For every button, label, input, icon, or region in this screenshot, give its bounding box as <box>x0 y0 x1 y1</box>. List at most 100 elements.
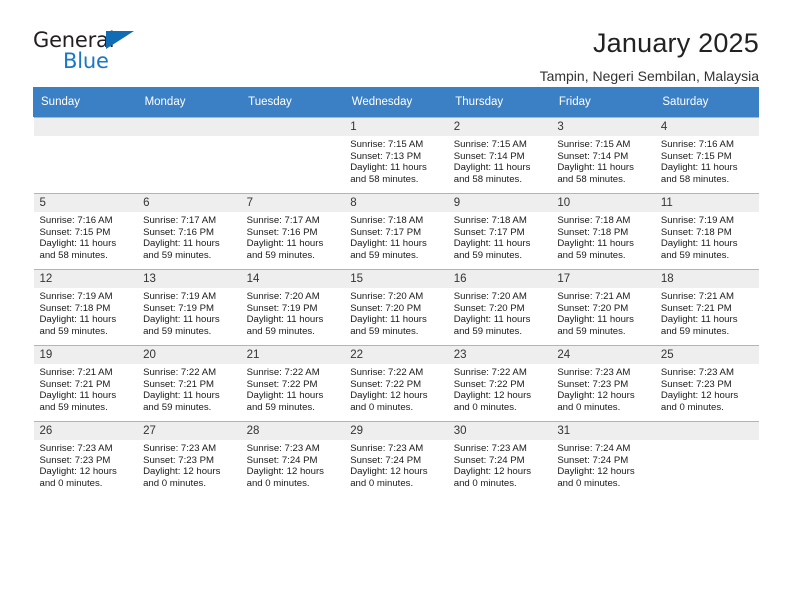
calendar-day-cell-empty <box>33 117 138 193</box>
calendar-cell: 24 Sunrise: 7:23 AM Sunset: 7:23 PM Dayligh… <box>551 345 655 421</box>
day-number: 30 <box>447 422 552 440</box>
day-number: 13 <box>137 270 241 288</box>
calendar-day-cell[interactable]: 8 Sunrise: 7:18 AM Sunset: 7:17 PM Daylight… <box>344 193 448 269</box>
day-number: 4 <box>654 118 759 136</box>
calendar-day-cell[interactable]: 7 Sunrise: 7:17 AM Sunset: 7:16 PM Daylight… <box>240 193 345 269</box>
calendar-day-cell[interactable]: 27 Sunrise: 7:23 AM Sunset: 7:23 PM Dayligh… <box>137 421 241 497</box>
calendar-day-cell[interactable]: 31 Sunrise: 7:24 AM Sunset: 7:24 PM Dayligh… <box>551 421 655 497</box>
day-detail-daylight2: and 59 minutes. <box>453 249 523 261</box>
day-detail-sunrise: Sunrise: 7:20 AM <box>350 291 424 302</box>
calendar-day-cell[interactable]: 26 Sunrise: 7:23 AM Sunset: 7:23 PM Dayligh… <box>33 421 138 497</box>
calendar-day-cell[interactable]: 4 Sunrise: 7:16 AM Sunset: 7:15 PM Daylight… <box>654 117 759 193</box>
calendar-week-row: 1 Sunrise: 7:15 AM Sunset: 7:13 PM Daylight… <box>33 117 759 194</box>
calendar-day-cell[interactable]: 24 Sunrise: 7:23 AM Sunset: 7:23 PM Dayligh… <box>551 345 655 421</box>
calendar-day-cell[interactable]: 23 Sunrise: 7:22 AM Sunset: 7:22 PM Dayligh… <box>447 345 552 421</box>
day-number: 28 <box>240 422 345 440</box>
calendar-day-cell[interactable]: 2 Sunrise: 7:15 AM Sunset: 7:14 PM Daylight… <box>447 117 552 193</box>
calendar-day-cell[interactable]: 1 Sunrise: 7:15 AM Sunset: 7:13 PM Daylight… <box>344 117 448 193</box>
day-detail-daylight2: and 0 minutes. <box>350 401 414 413</box>
day-details: Sunrise: 7:23 AM Sunset: 7:23 PM Daylight:… <box>551 364 655 413</box>
calendar-day-cell[interactable]: 11 Sunrise: 7:19 AM Sunset: 7:18 PM Dayligh… <box>654 193 759 269</box>
calendar-day-cell[interactable]: 6 Sunrise: 7:17 AM Sunset: 7:16 PM Daylight… <box>137 193 241 269</box>
day-detail-daylight2: and 59 minutes. <box>350 249 419 261</box>
calendar-day-cell[interactable]: 14 Sunrise: 7:20 AM Sunset: 7:19 PM Dayligh… <box>240 269 345 345</box>
calendar-day-cell[interactable]: 18 Sunrise: 7:21 AM Sunset: 7:21 PM Dayligh… <box>654 269 759 345</box>
logo-triangle-icon <box>106 31 134 49</box>
day-detail-sunrise: Sunrise: 7:23 AM <box>143 443 217 454</box>
calendar-day-cell[interactable]: 17 Sunrise: 7:21 AM Sunset: 7:20 PM Dayligh… <box>551 269 655 345</box>
calendar-day-cell[interactable]: 12 Sunrise: 7:19 AM Sunset: 7:18 PM Dayligh… <box>33 269 138 345</box>
calendar-day-cell[interactable]: 3 Sunrise: 7:15 AM Sunset: 7:14 PM Daylight… <box>551 117 655 193</box>
calendar-day-cell[interactable]: 10 Sunrise: 7:18 AM Sunset: 7:18 PM Dayligh… <box>551 193 655 269</box>
calendar-day-cell[interactable]: 21 Sunrise: 7:22 AM Sunset: 7:22 PM Dayligh… <box>240 345 345 421</box>
calendar-day-cell[interactable]: 16 Sunrise: 7:20 AM Sunset: 7:20 PM Dayligh… <box>447 269 552 345</box>
day-number: 3 <box>551 118 655 136</box>
day-detail-sunrise: Sunrise: 7:23 AM <box>557 367 631 378</box>
day-detail-daylight2: and 0 minutes. <box>246 477 310 489</box>
calendar-cell: 15 Sunrise: 7:20 AM Sunset: 7:20 PM Dayligh… <box>344 269 448 345</box>
calendar-cell: 14 Sunrise: 7:20 AM Sunset: 7:19 PM Dayligh… <box>240 269 345 345</box>
calendar-day-cell[interactable]: 22 Sunrise: 7:22 AM Sunset: 7:22 PM Dayligh… <box>344 345 448 421</box>
calendar-day-cell[interactable]: 13 Sunrise: 7:19 AM Sunset: 7:19 PM Dayligh… <box>137 269 241 345</box>
day-number: 14 <box>240 270 345 288</box>
day-detail-daylight1: Daylight: 11 hours <box>246 238 324 250</box>
day-details: Sunrise: 7:18 AM Sunset: 7:17 PM Daylight:… <box>344 212 448 261</box>
day-details: Sunrise: 7:22 AM Sunset: 7:22 PM Daylight:… <box>448 364 552 413</box>
day-detail-sunrise: Sunrise: 7:22 AM <box>246 367 320 378</box>
calendar-day-cell[interactable]: 28 Sunrise: 7:23 AM Sunset: 7:24 PM Dayligh… <box>240 421 345 497</box>
day-number: 20 <box>137 346 241 364</box>
day-number: 12 <box>33 270 138 288</box>
day-detail-daylight1: Daylight: 11 hours <box>350 238 427 250</box>
day-detail-daylight1: Daylight: 11 hours <box>39 390 117 402</box>
day-detail-daylight2: and 0 minutes. <box>453 401 517 413</box>
day-detail-daylight1: Daylight: 12 hours <box>246 466 324 478</box>
day-detail-daylight1: Daylight: 12 hours <box>660 390 739 402</box>
calendar-cell <box>33 117 138 194</box>
day-detail-daylight1: Daylight: 11 hours <box>143 314 220 326</box>
day-number: 1 <box>344 118 448 136</box>
calendar-day-cell[interactable]: 30 Sunrise: 7:23 AM Sunset: 7:24 PM Dayligh… <box>447 421 552 497</box>
day-detail-sunset: Sunset: 7:17 PM <box>350 226 422 238</box>
day-details: Sunrise: 7:22 AM Sunset: 7:21 PM Daylight:… <box>137 364 241 413</box>
calendar-cell: 28 Sunrise: 7:23 AM Sunset: 7:24 PM Dayligh… <box>240 421 345 497</box>
day-detail-sunrise: Sunrise: 7:20 AM <box>453 291 527 302</box>
day-detail-sunrise: Sunrise: 7:23 AM <box>453 443 527 454</box>
day-detail-daylight1: Daylight: 12 hours <box>350 466 428 478</box>
day-detail-sunset: Sunset: 7:24 PM <box>350 454 422 466</box>
day-details: Sunrise: 7:20 AM Sunset: 7:19 PM Daylight:… <box>241 288 345 337</box>
day-details: Sunrise: 7:15 AM Sunset: 7:13 PM Daylight:… <box>344 136 448 185</box>
calendar-day-cell[interactable]: 9 Sunrise: 7:18 AM Sunset: 7:17 PM Daylight… <box>447 193 552 269</box>
day-number: 6 <box>137 194 241 212</box>
calendar-cell: 17 Sunrise: 7:21 AM Sunset: 7:20 PM Dayligh… <box>551 269 655 345</box>
calendar-day-cell[interactable]: 15 Sunrise: 7:20 AM Sunset: 7:20 PM Dayligh… <box>344 269 448 345</box>
generalblue-logo[interactable]: General Blue <box>33 28 153 76</box>
calendar-cell: 16 Sunrise: 7:20 AM Sunset: 7:20 PM Dayligh… <box>447 269 552 345</box>
day-detail-sunset: Sunset: 7:22 PM <box>246 378 318 390</box>
calendar-cell: 3 Sunrise: 7:15 AM Sunset: 7:14 PM Daylight… <box>551 117 655 194</box>
calendar-day-cell[interactable]: 20 Sunrise: 7:22 AM Sunset: 7:21 PM Dayligh… <box>137 345 241 421</box>
day-number: 19 <box>33 346 138 364</box>
day-number <box>240 118 345 136</box>
day-detail-daylight1: Daylight: 11 hours <box>660 238 738 250</box>
page-header: General Blue January 2025 Tampin, Negeri… <box>33 0 759 84</box>
calendar-cell: 6 Sunrise: 7:17 AM Sunset: 7:16 PM Daylight… <box>137 193 241 269</box>
day-detail-sunset: Sunset: 7:13 PM <box>350 150 422 162</box>
day-detail-sunrise: Sunrise: 7:21 AM <box>39 367 113 378</box>
page-title: January 2025 <box>592 28 759 58</box>
day-detail-sunset: Sunset: 7:19 PM <box>143 302 214 314</box>
day-detail-daylight2: and 0 minutes. <box>453 477 517 489</box>
day-number: 7 <box>240 194 345 212</box>
calendar-day-cell[interactable]: 25 Sunrise: 7:23 AM Sunset: 7:23 PM Dayligh… <box>654 345 759 421</box>
calendar-day-cell[interactable]: 19 Sunrise: 7:21 AM Sunset: 7:21 PM Dayligh… <box>33 345 138 421</box>
day-detail-sunset: Sunset: 7:17 PM <box>453 226 525 238</box>
day-detail-daylight2: and 59 minutes. <box>143 401 212 413</box>
day-detail-sunrise: Sunrise: 7:16 AM <box>39 215 113 226</box>
day-details: Sunrise: 7:23 AM Sunset: 7:24 PM Daylight:… <box>241 440 345 489</box>
calendar-day-cell[interactable]: 29 Sunrise: 7:23 AM Sunset: 7:24 PM Dayligh… <box>344 421 448 497</box>
calendar-day-cell-empty <box>654 421 759 497</box>
calendar-day-cell[interactable]: 5 Sunrise: 7:16 AM Sunset: 7:15 PM Daylight… <box>33 193 138 269</box>
day-detail-daylight2: and 59 minutes. <box>39 325 108 337</box>
day-detail-sunrise: Sunrise: 7:15 AM <box>350 139 424 150</box>
weekday-header-thursday: Thursday <box>447 87 552 117</box>
day-number: 22 <box>344 346 448 364</box>
